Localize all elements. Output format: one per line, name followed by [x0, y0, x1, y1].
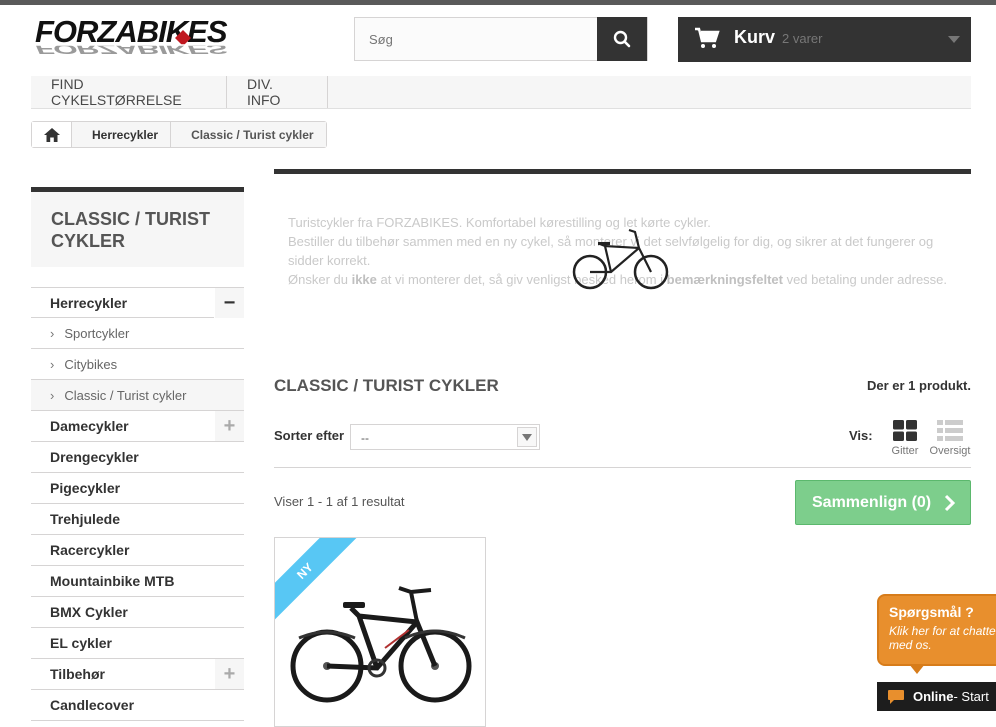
cart-block[interactable]: Kurv 2 varer — [678, 17, 971, 62]
content-top-rule — [274, 169, 971, 174]
sidebar-item-herrecykler[interactable]: Herrecykler − — [31, 287, 244, 318]
chevron-right-icon: › — [50, 356, 55, 372]
sidebar-item-tilbehor[interactable]: Tilbehør + — [31, 659, 244, 690]
sort-select-value: -- — [361, 431, 369, 445]
chat-status-bar[interactable]: Online - Start — [877, 682, 996, 711]
chat-title: Spørgsmål ? — [889, 604, 974, 620]
sort-label: Sorter efter — [274, 428, 345, 443]
category-label: Herrecykler — [50, 294, 128, 311]
category-label: Racercykler — [50, 542, 130, 558]
sidebar-item-mountainbike[interactable]: Mountainbike MTB — [31, 566, 244, 597]
logo-graphic: FORZABIKES FORZABIKES — [33, 14, 321, 57]
count-text: produkt. — [915, 378, 971, 393]
category-tree: Herrecykler − › Sportcykler › Citybikes … — [31, 287, 244, 721]
view-list-label: Oversigt — [929, 445, 971, 457]
cart-icon — [695, 27, 720, 48]
category-label: Drengecykler — [50, 449, 139, 465]
sidebar-item-bmx[interactable]: BMX Cykler — [31, 597, 244, 628]
sidebar-item-pigecykler[interactable]: Pigecykler — [31, 473, 244, 504]
main-menu: FIND CYKELSTØRRELSE DIV. INFO — [31, 76, 971, 109]
compare-button[interactable]: Sammenlign (0) — [795, 480, 971, 525]
expand-icon[interactable]: + — [214, 659, 244, 689]
search-button[interactable] — [597, 17, 647, 61]
breadcrumb-item-current: Classic / Turist cykler — [170, 122, 326, 147]
breadcrumb-label: Herrecykler — [92, 127, 159, 142]
sidebar-title: CLASSIC / TURIST CYKLER — [31, 187, 244, 267]
chat-status: Online — [913, 689, 954, 704]
category-label: BMX Cykler — [50, 604, 128, 620]
category-label: Mountainbike MTB — [50, 573, 175, 589]
description-bold: bemærkningsfeltet — [666, 272, 783, 287]
sidebar-item-sportcykler[interactable]: › Sportcykler — [31, 318, 244, 349]
view-grid-label: Gitter — [891, 445, 919, 457]
category-label: Tilbehør — [50, 666, 105, 682]
category-label: Damecykler — [50, 418, 129, 434]
category-bike-image — [572, 228, 669, 290]
chevron-down-icon[interactable] — [948, 36, 960, 43]
home-icon — [43, 127, 60, 142]
search-input[interactable] — [355, 18, 599, 60]
breadcrumb-label: Classic / Turist cykler — [191, 127, 314, 142]
expand-icon[interactable]: + — [214, 411, 244, 441]
category-label: Pigecykler — [50, 480, 121, 496]
category-label: Classic / Turist cykler — [64, 387, 187, 403]
sidebar-item-classic-turist[interactable]: › Classic / Turist cykler — [31, 380, 244, 411]
chevron-right-icon: › — [50, 325, 55, 341]
view-grid-button[interactable]: Gitter — [883, 420, 927, 457]
toolbar-divider — [274, 467, 971, 468]
list-icon — [937, 420, 963, 441]
description-text: ved betaling under adresse. — [782, 272, 948, 287]
top-accent-bar — [0, 0, 996, 5]
site-logo[interactable]: FORZABIKES FORZABIKES — [33, 14, 323, 60]
product-image[interactable] — [289, 578, 475, 708]
chat-icon — [888, 689, 904, 704]
category-label: Trehjulede — [50, 511, 121, 527]
sidebar-item-trehjulede[interactable]: Trehjulede — [31, 504, 244, 535]
bubble-tail — [909, 664, 925, 674]
sort-select[interactable]: -- — [350, 424, 540, 450]
description-text: Ønsker du — [288, 272, 352, 287]
chat-status-suffix: - Start — [953, 689, 989, 704]
sidebar-item-racercykler[interactable]: Racercykler — [31, 535, 244, 566]
collapse-icon[interactable]: − — [214, 288, 244, 318]
sidebar-item-damecykler[interactable]: Damecykler + — [31, 411, 244, 442]
category-label: EL cykler — [50, 635, 113, 651]
search-box — [354, 17, 648, 61]
menu-item-div-info[interactable]: DIV. INFO — [227, 76, 328, 108]
chevron-down-icon[interactable] — [517, 427, 537, 447]
sidebar-item-citybikes[interactable]: › Citybikes — [31, 349, 244, 380]
category-label: Citybikes — [64, 356, 118, 372]
results-summary: Viser 1 - 1 af 1 resultat — [274, 494, 405, 509]
sidebar-item-drengecykler[interactable]: Drengecykler — [31, 442, 244, 473]
breadcrumb: Herrecykler Classic / Turist cykler — [31, 121, 327, 148]
search-icon — [613, 30, 631, 48]
description-bold: ikke — [351, 272, 377, 287]
product-card[interactable]: NY — [274, 537, 486, 727]
cart-title: Kurv — [734, 27, 776, 47]
breadcrumb-item-herrecykler[interactable]: Herrecykler — [72, 122, 170, 147]
sidebar-item-el-cykler[interactable]: EL cykler — [31, 628, 244, 659]
chevron-right-icon — [944, 494, 956, 512]
count-text: Der er — [866, 378, 909, 393]
product-count: Der er 1 produkt. — [867, 378, 971, 393]
grid-icon — [893, 420, 917, 441]
svg-text:FORZABIKES: FORZABIKES — [35, 41, 227, 57]
menu-item-find-size[interactable]: FIND CYKELSTØRRELSE — [31, 76, 227, 108]
breadcrumb-home[interactable] — [32, 122, 72, 147]
sidebar-item-candlecover[interactable]: Candlecover — [31, 690, 244, 721]
product-list-heading: CLASSIC / TURIST CYKLER — [274, 376, 499, 395]
view-label: Vis: — [849, 428, 873, 443]
chevron-right-icon: › — [50, 387, 55, 403]
chat-subtitle: Klik her for at chatte med os. — [889, 624, 996, 652]
view-list-button[interactable]: Oversigt — [928, 420, 972, 457]
compare-label: Sammenlign (0) — [812, 493, 932, 511]
category-label: Sportcykler — [64, 325, 130, 341]
chat-prompt-bubble[interactable]: Spørgsmål ? Klik her for at chatte med o… — [877, 594, 996, 674]
cart-item-count: 2 varer — [782, 31, 823, 46]
